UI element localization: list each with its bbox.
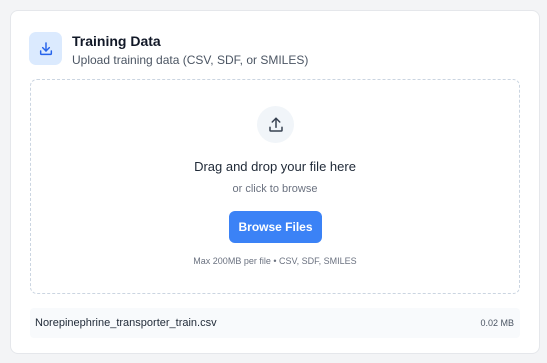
header-text: Training Data Upload training data (CSV,…: [72, 33, 308, 67]
file-dropzone[interactable]: Drag and drop your file here or click to…: [30, 79, 520, 294]
card-header: Training Data Upload training data (CSV,…: [29, 32, 308, 67]
browse-files-button[interactable]: Browse Files: [229, 211, 322, 243]
training-data-card: Training Data Upload training data (CSV,…: [10, 10, 540, 354]
upload-icon: [257, 106, 294, 143]
file-size: 0.02 MB: [480, 318, 514, 328]
dropzone-secondary-text: or click to browse: [232, 183, 318, 195]
dropzone-primary-text: Drag and drop your file here: [194, 159, 356, 174]
card-title: Training Data: [72, 33, 161, 49]
upload-limits-text: Max 200MB per file • CSV, SDF, SMILES: [193, 256, 357, 266]
download-icon: [29, 32, 62, 65]
file-name: Norepinephrine_transporter_train.csv: [35, 317, 217, 329]
card-subtitle: Upload training data (CSV, SDF, or SMILE…: [72, 53, 309, 67]
uploaded-file-row: Norepinephrine_transporter_train.csv 0.0…: [30, 308, 520, 338]
